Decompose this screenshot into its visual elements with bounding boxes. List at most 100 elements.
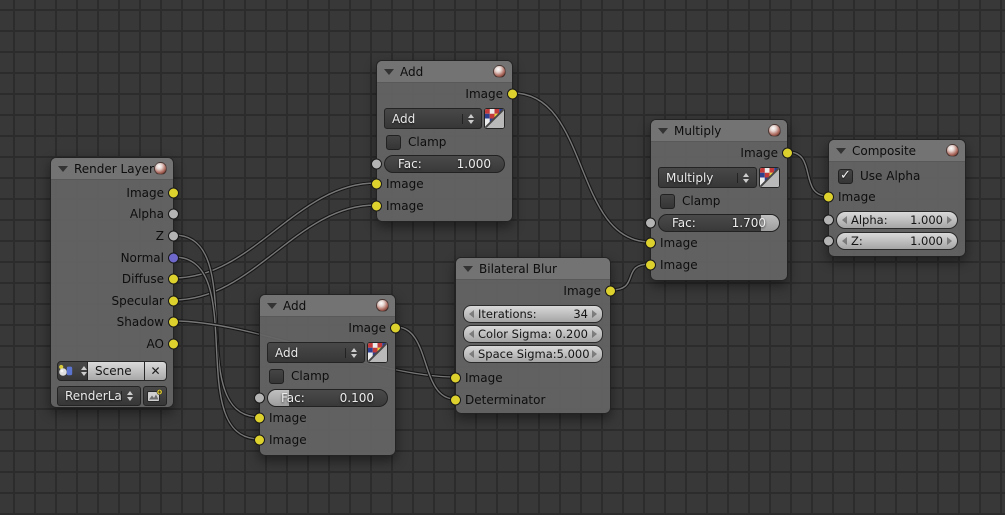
dropdown-arrows-icon — [80, 365, 87, 376]
unlink-scene-button[interactable]: ✕ — [145, 360, 167, 381]
socket-image-input[interactable] — [450, 372, 461, 384]
socket-image-output[interactable] — [168, 187, 179, 199]
node-multiply[interactable]: Multiply Image Multiply ✓ Clamp Fac: — [645, 119, 793, 281]
use-alpha-checkbox[interactable]: ✓ — [838, 167, 853, 184]
input-row-image2: Image — [254, 429, 395, 451]
node-header-composite[interactable]: Composite — [829, 140, 965, 162]
color-sigma-field[interactable]: Color Sigma: 0.200 — [463, 325, 603, 343]
blend-mode-select[interactable]: Add — [267, 342, 365, 363]
decrement-arrow-icon[interactable] — [469, 350, 474, 358]
node-add-2[interactable]: Add Image Add ✓ Clamp Fac: 0.100 — [254, 294, 401, 456]
output-row-specular: Specular — [51, 290, 179, 312]
socket-ao-output[interactable] — [168, 338, 179, 350]
node-wire — [512, 92, 651, 243]
socket-image-output[interactable] — [507, 88, 518, 100]
node-bilateral-blur[interactable]: Bilateral Blur Image Iterations: 34 Colo… — [450, 257, 616, 414]
node-header-add-1[interactable]: Add — [377, 61, 512, 83]
clamp-checkbox[interactable]: ✓ — [386, 134, 401, 150]
increment-arrow-icon[interactable] — [592, 310, 597, 318]
render-layer-select[interactable]: RenderLayer — [57, 385, 141, 406]
node-wire — [395, 326, 456, 400]
node-add-1[interactable]: Add Image Add ✓ Clamp Fac: 1.000 — [371, 60, 518, 222]
collapse-triangle-icon[interactable] — [463, 265, 473, 272]
scene-name-field[interactable]: Scene — [88, 360, 145, 381]
node-editor-canvas[interactable]: Render Layers Image Alpha Z Normal Diffu… — [0, 0, 1005, 515]
socket-determinator-input[interactable] — [450, 394, 461, 406]
socket-image2-input[interactable] — [645, 259, 656, 271]
fac-slider[interactable]: Fac: 1.700 — [658, 214, 780, 232]
decrement-arrow-icon[interactable] — [842, 216, 847, 224]
fac-slider[interactable]: Fac: 1.000 — [384, 155, 505, 173]
color-swatch-icon[interactable] — [367, 342, 388, 363]
socket-diffuse-output[interactable] — [168, 273, 179, 285]
socket-image1-input[interactable] — [371, 178, 382, 190]
socket-normal-output[interactable] — [168, 252, 179, 264]
fac-row: Fac: 1.000 — [371, 155, 512, 173]
node-wire — [173, 182, 377, 279]
socket-fac-input[interactable] — [371, 158, 382, 170]
dropdown-arrows-icon — [345, 347, 357, 358]
node-title: Composite — [852, 143, 917, 158]
decrement-arrow-icon[interactable] — [842, 237, 847, 245]
dropdown-arrows-icon — [462, 113, 474, 124]
color-swatch-icon[interactable] — [759, 167, 780, 188]
blend-mode-select[interactable]: Multiply — [658, 167, 757, 188]
socket-shadow-output[interactable] — [168, 316, 179, 328]
output-row-normal: Normal — [51, 247, 179, 269]
z-field[interactable]: Z: 1.000 — [836, 232, 958, 250]
increment-arrow-icon[interactable] — [947, 237, 952, 245]
node-header-bilateral-blur[interactable]: Bilateral Blur — [456, 258, 610, 280]
input-row-image1: Image — [645, 232, 787, 254]
socket-image2-input[interactable] — [371, 200, 382, 212]
space-sigma-field[interactable]: Space Sigma: 5.000 — [463, 345, 603, 363]
socket-image-output[interactable] — [605, 285, 616, 297]
node-title: Add — [283, 298, 307, 313]
color-swatch-icon[interactable] — [484, 108, 505, 129]
increment-arrow-icon[interactable] — [592, 330, 597, 338]
increment-arrow-icon[interactable] — [592, 350, 597, 358]
node-header-add-2[interactable]: Add — [260, 295, 395, 317]
collapse-triangle-icon[interactable] — [58, 165, 68, 172]
render-layer-image-button[interactable] — [143, 385, 167, 406]
iterations-field[interactable]: Iterations: 34 — [463, 305, 603, 323]
alpha-field[interactable]: Alpha: 1.000 — [836, 211, 958, 229]
socket-alpha-input[interactable] — [823, 214, 834, 226]
increment-arrow-icon[interactable] — [947, 216, 952, 224]
socket-alpha-output[interactable] — [168, 208, 179, 220]
fac-row: Fac: 1.700 — [645, 214, 787, 232]
blend-mode-row: Add — [384, 108, 505, 129]
output-row-image: Image — [260, 317, 401, 339]
socket-z-input[interactable] — [823, 235, 834, 247]
socket-image-output[interactable] — [782, 147, 793, 159]
collapse-triangle-icon[interactable] — [836, 147, 846, 154]
socket-fac-input[interactable] — [645, 217, 656, 229]
node-title: Render Layers — [74, 161, 154, 176]
socket-image1-input[interactable] — [645, 237, 656, 249]
collapse-triangle-icon[interactable] — [267, 302, 277, 309]
node-render-layers[interactable]: Render Layers Image Alpha Z Normal Diffu… — [50, 157, 179, 408]
output-row-shadow: Shadow — [51, 312, 179, 334]
socket-fac-input[interactable] — [254, 392, 265, 404]
decrement-arrow-icon[interactable] — [469, 330, 474, 338]
input-row-determinator: Determinator — [450, 389, 610, 411]
node-composite[interactable]: Composite ✓ Use Alpha Image Alpha: 1.000… — [823, 139, 966, 257]
clamp-checkbox[interactable]: ✓ — [269, 368, 284, 384]
socket-image2-input[interactable] — [254, 434, 265, 446]
socket-image-input[interactable] — [823, 191, 834, 203]
collapse-triangle-icon[interactable] — [658, 127, 668, 134]
socket-image-output[interactable] — [390, 322, 401, 334]
blend-mode-select[interactable]: Add — [384, 108, 482, 129]
socket-specular-output[interactable] — [168, 295, 179, 307]
socket-z-output[interactable] — [168, 230, 179, 242]
input-row-image: Image — [823, 186, 965, 208]
clamp-checkbox[interactable]: ✓ — [660, 193, 675, 209]
node-header-multiply[interactable]: Multiply — [651, 120, 787, 142]
scene-id-icon-button[interactable] — [57, 360, 88, 381]
fac-slider[interactable]: Fac: 0.100 — [267, 389, 388, 407]
socket-image1-input[interactable] — [254, 412, 265, 424]
decrement-arrow-icon[interactable] — [469, 310, 474, 318]
collapse-triangle-icon[interactable] — [384, 68, 394, 75]
input-row-image1: Image — [371, 173, 512, 195]
node-header-render-layers[interactable]: Render Layers — [51, 158, 173, 180]
check-mark-icon: ✓ — [840, 167, 851, 183]
